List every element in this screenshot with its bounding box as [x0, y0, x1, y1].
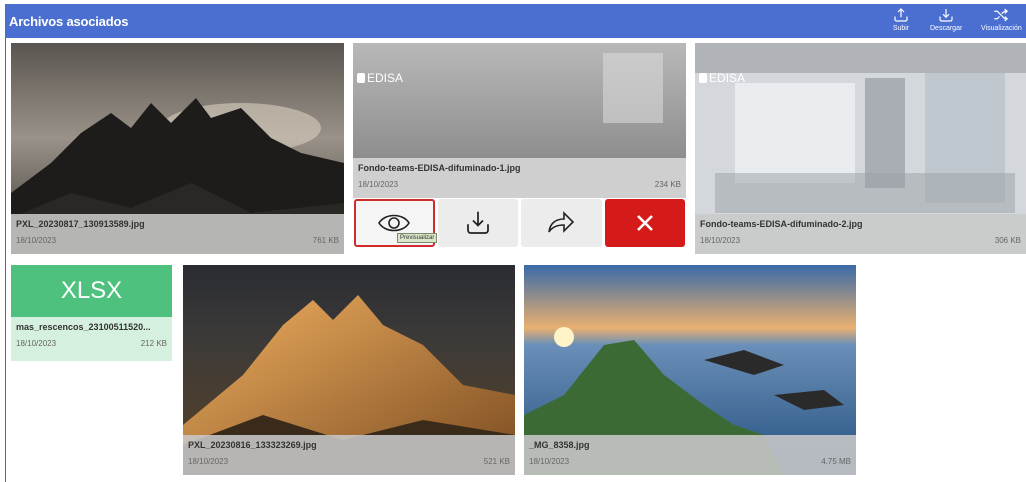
file-name: Fondo-teams-EDISA-difuminado-1.jpg: [358, 163, 521, 173]
upload-label: Subir: [892, 25, 910, 32]
file-size: 212 KB: [140, 339, 167, 348]
preview-button[interactable]: Previsualizar: [354, 199, 438, 247]
file-actions: Previsualizar: [353, 199, 686, 254]
xlsx-type-badge: XLSX: [11, 265, 172, 317]
file-size: 521 KB: [483, 457, 510, 466]
file-name: Fondo-teams-EDISA-difuminado-2.jpg: [700, 219, 863, 229]
file-info: mas_rescencos_23100511520... 18/10/2023 …: [11, 317, 172, 361]
file-date: 18/10/2023: [700, 236, 741, 245]
shuffle-icon: [994, 8, 1009, 22]
edisa-logo: EDISA: [699, 71, 745, 85]
download-icon: [466, 211, 489, 234]
file-size: 234 KB: [654, 180, 681, 189]
close-icon: [636, 215, 653, 231]
page-title: Archivos asociados: [9, 14, 129, 29]
file-info: PXL_20230817_130913589.jpg 18/10/2023 76…: [11, 214, 344, 254]
preview-tooltip: Previsualizar: [397, 233, 438, 243]
file-name: _MG_8358.jpg: [529, 440, 590, 450]
delete-button[interactable]: [604, 199, 685, 247]
file-card[interactable]: PXL_20230817_130913589.jpg 18/10/2023 76…: [11, 43, 344, 254]
file-info: Fondo-teams-EDISA-difuminado-1.jpg 18/10…: [353, 158, 686, 198]
file-size: 4.75 MB: [821, 457, 851, 466]
file-size: 306 KB: [994, 236, 1021, 245]
download-file-button[interactable]: [437, 199, 518, 247]
upload-icon: [894, 8, 908, 22]
file-date: 18/10/2023: [188, 457, 229, 466]
file-card[interactable]: _MG_8358.jpg 18/10/2023 4.75 MB: [524, 265, 856, 475]
file-name: mas_rescencos_23100511520...: [16, 322, 151, 332]
file-card[interactable]: XLSX mas_rescencos_23100511520... 18/10/…: [11, 265, 172, 361]
visualization-label: Visualización: [981, 25, 1022, 32]
file-date: 18/10/2023: [529, 457, 570, 466]
file-date: 18/10/2023: [16, 236, 57, 245]
file-date: 18/10/2023: [16, 339, 57, 348]
visualization-button[interactable]: Visualización: [981, 6, 1022, 36]
file-info: PXL_20230816_133323269.jpg 18/10/2023 52…: [183, 435, 515, 475]
file-name: PXL_20230816_133323269.jpg: [188, 440, 317, 450]
file-name: PXL_20230817_130913589.jpg: [16, 219, 145, 229]
file-card[interactable]: PXL_20230816_133323269.jpg 18/10/2023 52…: [183, 265, 515, 475]
share-arrow-icon: [548, 211, 575, 233]
file-card-selected[interactable]: EDISA Fondo-teams-EDISA-difuminado-1.jpg…: [353, 43, 686, 254]
upload-button[interactable]: Subir: [892, 6, 910, 36]
download-icon: [939, 9, 953, 22]
file-info: Fondo-teams-EDISA-difuminado-2.jpg 18/10…: [695, 214, 1026, 254]
file-card[interactable]: EDISA Fondo-teams-EDISA-difuminado-2.jpg…: [695, 43, 1026, 254]
file-size: 761 KB: [312, 236, 339, 245]
share-button[interactable]: [521, 199, 602, 247]
header-bar: Archivos asociados Subir Descargar Visua…: [5, 4, 1026, 38]
file-info: _MG_8358.jpg 18/10/2023 4.75 MB: [524, 435, 856, 475]
file-date: 18/10/2023: [358, 180, 399, 189]
download-label: Descargar: [930, 25, 963, 32]
download-button[interactable]: Descargar: [930, 6, 962, 36]
edisa-logo: EDISA: [357, 71, 403, 85]
